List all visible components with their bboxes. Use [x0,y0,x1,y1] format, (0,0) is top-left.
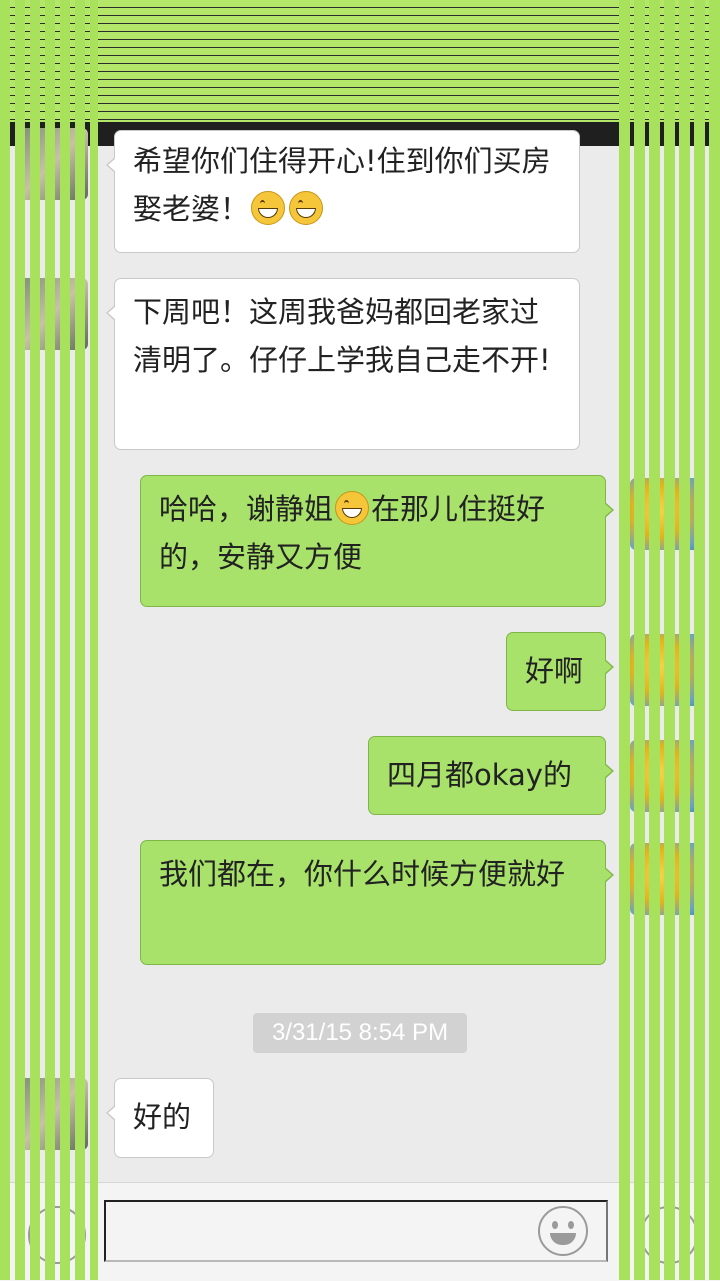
message-bubble-outgoing[interactable]: 好啊 [506,632,614,711]
message-bubble-outgoing[interactable]: 哈哈，谢静姐 在那儿住挺好的，安静又方便 [140,475,614,607]
my-avatar[interactable] [630,478,702,550]
message-text: 哈哈，谢静姐 [159,492,334,526]
my-avatar[interactable] [630,740,702,812]
message-input[interactable] [104,1200,608,1262]
my-avatar[interactable] [630,843,702,915]
message-text: 希望你们住得开心!住到你们买房娶老婆！ [133,144,551,226]
contact-avatar[interactable] [16,128,88,200]
my-avatar[interactable] [630,634,702,706]
message-bubble-outgoing[interactable]: 四月都okay的 [368,736,614,815]
grin-emoji-icon [251,191,286,225]
emoji-icon[interactable] [538,1206,588,1256]
message-text: 我们都在，你什么时候方便就好 [159,857,566,891]
contact-avatar[interactable] [16,278,88,350]
message-text: 下周吧！这周我爸妈都回老家过清明了。仔仔上学我自己走不开! [133,295,551,377]
title-bar [0,0,720,122]
message-bubble-incoming[interactable]: 下周吧！这周我爸妈都回老家过清明了。仔仔上学我自己走不开! [106,278,580,450]
grin-emoji-icon [289,191,324,225]
plus-icon[interactable] [640,1206,698,1264]
voice-icon[interactable] [28,1206,86,1264]
message-text: 好啊 [525,654,584,688]
message-bubble-incoming[interactable]: 希望你们住得开心!住到你们买房娶老婆！ [106,130,580,253]
message-bubble-incoming[interactable]: 好的 [106,1078,214,1158]
timestamp: 3/31/15 8:54 PM [253,1013,467,1053]
contact-avatar[interactable] [16,1078,88,1150]
message-bubble-outgoing[interactable]: 我们都在，你什么时候方便就好 [140,840,614,965]
grin-emoji-icon [335,491,370,525]
message-text: 四月都okay的 [387,758,572,792]
message-text: 好的 [133,1100,192,1134]
